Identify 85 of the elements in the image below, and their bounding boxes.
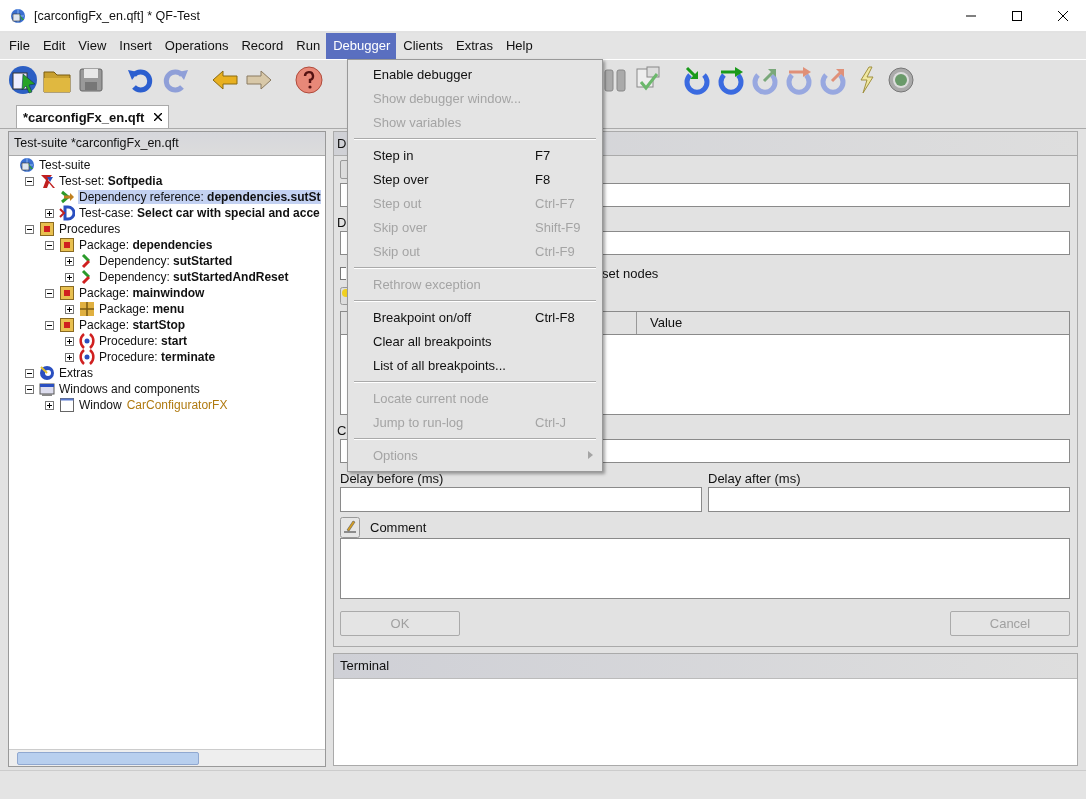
menu-item[interactable]: Debugger (326, 33, 397, 59)
expand-icon[interactable] (64, 256, 74, 266)
field-label: C (337, 422, 347, 439)
tree-item[interactable]: Procedure: start (98, 334, 189, 348)
tree-item[interactable]: Windows and components (58, 382, 201, 396)
tree-item[interactable]: Package: mainwindow (78, 286, 206, 300)
tree-item[interactable]: Dependency reference: dependencies.sutSt (78, 190, 322, 204)
help-icon[interactable] (293, 64, 325, 96)
column-header[interactable]: Value (637, 312, 1069, 334)
close-icon[interactable] (1057, 9, 1069, 22)
app-icon (10, 7, 26, 24)
test-case-icon (59, 205, 75, 221)
collapse-icon[interactable] (24, 368, 34, 378)
tree-item[interactable]: Procedures (58, 222, 122, 236)
expand-icon[interactable] (64, 272, 74, 282)
field-label: Delay after (ms) (708, 470, 801, 487)
horizontal-scrollbar[interactable] (9, 749, 325, 766)
panel-title: Test-suite *carconfigFx_en.qft (9, 132, 325, 156)
tree-item-target: CarConfiguratorFX (126, 398, 228, 412)
menu-item[interactable]: View (71, 33, 113, 59)
tree-item[interactable]: Window (78, 398, 123, 412)
package-icon (79, 301, 95, 317)
globe-icon (19, 157, 35, 173)
edit-icon[interactable] (340, 517, 360, 538)
tree-item[interactable]: Test-case: Select car with special and acce (78, 206, 321, 220)
expand-icon[interactable] (64, 336, 74, 346)
collapse-icon[interactable] (24, 224, 34, 234)
tree-item[interactable]: Test-suite (38, 158, 92, 172)
tree-item[interactable]: Package: dependencies (78, 238, 214, 252)
panel-title: Terminal (334, 654, 1077, 679)
menu-item[interactable]: Run (289, 33, 327, 59)
input-field[interactable] (708, 487, 1070, 512)
menu-item[interactable]: List of all breakpoints... (348, 353, 602, 377)
tree-item[interactable]: Package: menu (98, 302, 186, 316)
collapse-icon[interactable] (44, 240, 54, 250)
menu-item[interactable]: Record (234, 33, 290, 59)
expand-icon[interactable] (64, 304, 74, 314)
tree-item[interactable]: Procedure: terminate (98, 350, 217, 364)
app-icon[interactable] (7, 64, 39, 96)
arrow-icon (59, 189, 75, 205)
expand-icon[interactable] (44, 400, 54, 410)
menu-item[interactable]: Step over F8 (348, 167, 602, 191)
menu-item[interactable]: Edit (35, 33, 72, 59)
menu-item[interactable]: Enable debugger (348, 62, 602, 86)
menu-item[interactable]: Clients (396, 33, 450, 59)
collapse-icon[interactable] (44, 320, 54, 330)
menu-item[interactable]: Operations (157, 33, 235, 59)
collapse-icon[interactable] (24, 176, 34, 186)
menu-item[interactable]: Help (498, 33, 539, 59)
collapse-icon[interactable] (24, 384, 34, 394)
tree-item[interactable]: Dependency: sutStarted (98, 254, 234, 268)
package-icon (59, 237, 75, 253)
record-icon[interactable] (885, 64, 917, 96)
input-field[interactable] (340, 487, 702, 512)
extras-icon (39, 365, 55, 381)
field-label: Delay before (ms) (340, 470, 444, 487)
tree-item[interactable]: Package: startStop (78, 318, 187, 332)
tree-item[interactable]: Test-set: Softpedia (58, 174, 164, 188)
comment-label: Comment (370, 520, 427, 535)
collapse-icon[interactable] (44, 288, 54, 298)
expand-icon[interactable] (44, 208, 54, 218)
test-set-icon (39, 173, 55, 189)
expand-icon[interactable] (64, 352, 74, 362)
procedure-icon (79, 333, 95, 349)
tree-item[interactable]: Dependency: sutStartedAndReset (98, 270, 290, 284)
menu-item[interactable]: File (2, 33, 36, 59)
tree-item[interactable]: Extras (58, 366, 94, 380)
menu-item[interactable]: Breakpoint on/off Ctrl-F8 (348, 305, 602, 329)
field-label: D (337, 214, 347, 231)
comment-field[interactable] (340, 538, 1070, 599)
checkbox-label: set nodes (602, 265, 659, 281)
menu-item[interactable]: Extras (449, 33, 499, 59)
window-icon (39, 381, 55, 397)
procedure-icon (79, 349, 95, 365)
window-title: [carconfigFx_en.qft] * QF-Test (34, 8, 201, 23)
file-tab[interactable]: *carconfigFx_en.qft (16, 105, 170, 128)
package-icon (39, 221, 55, 237)
menu-item[interactable]: Clear all breakpoints (348, 329, 602, 353)
menu-item[interactable]: Insert (112, 33, 158, 59)
maximize-icon[interactable] (1011, 9, 1023, 22)
checkbox[interactable] (340, 266, 346, 280)
package-icon (59, 285, 75, 301)
close-icon[interactable] (154, 113, 163, 121)
package-icon (59, 317, 75, 333)
window-icon (59, 397, 75, 413)
